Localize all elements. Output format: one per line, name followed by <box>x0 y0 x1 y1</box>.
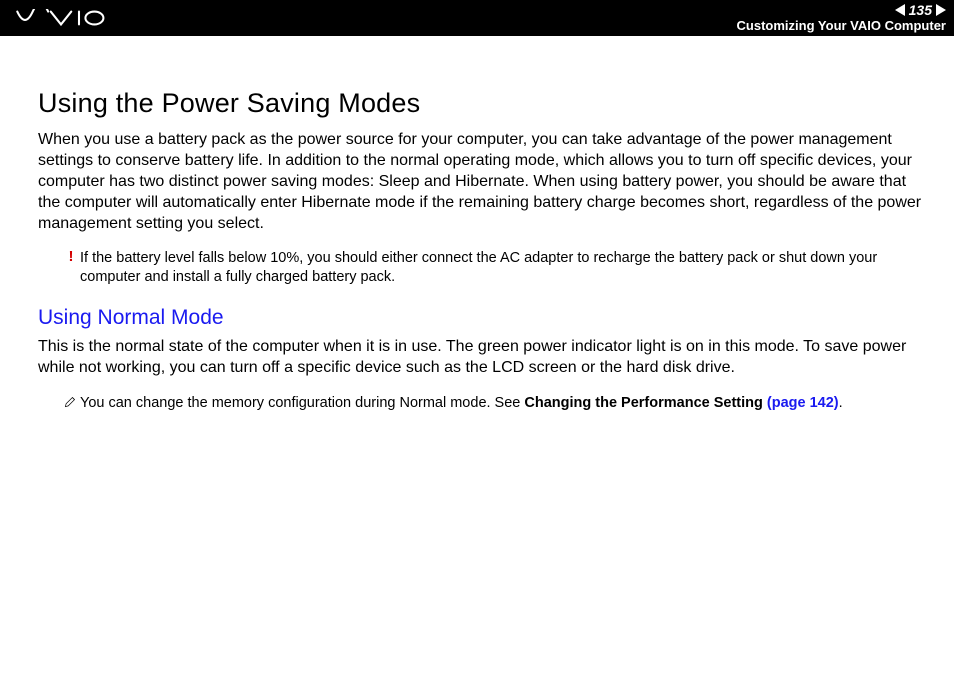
tip-note: You can change the memory configuration … <box>38 394 924 414</box>
tip-ref-link[interactable]: (page 142) <box>767 395 839 411</box>
tip-trailing: . <box>839 395 843 411</box>
warning-text: If the battery level falls below 10%, yo… <box>80 249 924 288</box>
header-right: 135 Customizing Your VAIO Computer <box>737 3 946 34</box>
subsection-heading: Using Normal Mode <box>38 306 924 330</box>
next-page-icon[interactable] <box>936 4 946 16</box>
tip-ref-label: Changing the Performance Setting <box>524 395 767 411</box>
tip-text-pre: You can change the memory configuration … <box>80 395 524 411</box>
section-title: Customizing Your VAIO Computer <box>737 19 946 33</box>
tip-text: You can change the memory configuration … <box>80 394 843 414</box>
intro-paragraph: When you use a battery pack as the power… <box>38 129 924 235</box>
page-number: 135 <box>907 3 934 18</box>
warning-note: ! If the battery level falls below 10%, … <box>38 249 924 288</box>
prev-page-icon[interactable] <box>895 4 905 16</box>
header-bar: 135 Customizing Your VAIO Computer <box>0 0 954 36</box>
normal-mode-paragraph: This is the normal state of the computer… <box>38 336 924 378</box>
warning-icon: ! <box>64 249 78 266</box>
vaio-logo <box>16 9 119 27</box>
page-heading: Using the Power Saving Modes <box>38 88 924 119</box>
page-content: Using the Power Saving Modes When you us… <box>0 36 954 413</box>
pencil-icon <box>64 394 78 413</box>
